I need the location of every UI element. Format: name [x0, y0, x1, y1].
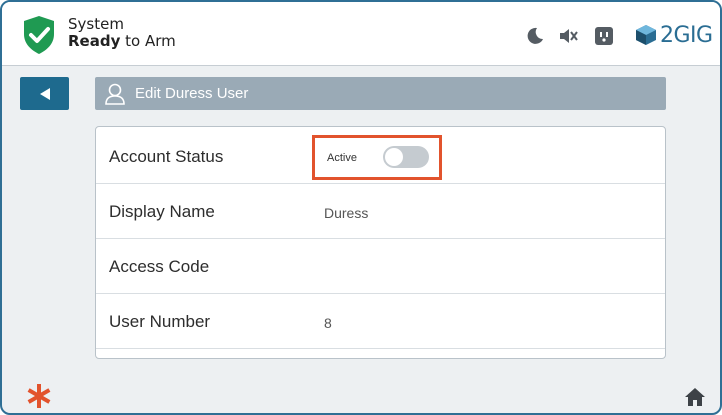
touchscreen-frame: System Ready to Arm 2GIG Edit Duress Use…	[0, 0, 722, 415]
speaker-muted-icon[interactable]	[558, 27, 578, 45]
home-icon[interactable]	[684, 387, 706, 407]
page-title: Edit Duress User	[135, 85, 249, 102]
2gig-logo-icon	[636, 25, 656, 45]
user-number-row[interactable]: User Number 8	[96, 294, 665, 349]
status-header: System Ready to Arm 2GIG	[2, 2, 720, 66]
display-name-value: Duress	[324, 205, 369, 221]
back-button[interactable]	[20, 77, 69, 110]
access-code-row[interactable]: Access Code	[96, 239, 665, 294]
account-status-label: Account Status	[109, 147, 224, 166]
system-status: System Ready to Arm	[68, 16, 176, 50]
account-status-row: Account Status Active	[96, 129, 665, 184]
moon-icon[interactable]	[526, 27, 544, 45]
page-title-bar: Edit Duress User	[95, 77, 666, 110]
display-name-label: Display Name	[109, 202, 215, 221]
status-to-arm: to Arm	[120, 32, 176, 50]
emergency-asterisk-icon[interactable]	[26, 383, 52, 409]
user-number-label: User Number	[109, 312, 211, 331]
shield-check-icon	[24, 16, 54, 54]
user-details-panel: Account Status Active Display Name Dures…	[95, 126, 666, 359]
status-ready: Ready	[68, 32, 121, 50]
status-line-1: System	[68, 15, 124, 33]
active-toggle-label: Active	[327, 152, 357, 164]
active-toggle[interactable]	[383, 146, 429, 168]
toggle-knob	[385, 148, 403, 166]
outlet-icon[interactable]	[595, 27, 613, 45]
display-name-row[interactable]: Display Name Duress	[96, 184, 665, 239]
back-arrow-icon	[39, 87, 50, 100]
brand-logo: 2GIG	[635, 22, 713, 48]
brand-name: 2GIG	[660, 22, 713, 48]
status-line-2: Ready to Arm	[68, 33, 176, 50]
access-code-label: Access Code	[109, 257, 210, 276]
user-icon	[105, 83, 125, 105]
user-number-value: 8	[324, 315, 332, 331]
active-toggle-highlight: Active	[312, 135, 442, 180]
